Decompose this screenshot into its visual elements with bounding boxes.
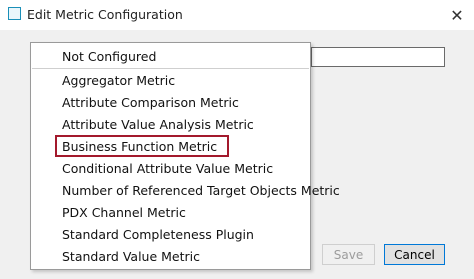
dropdown-item-attribute-value-analysis-metric[interactable]: Attribute Value Analysis Metric	[31, 113, 310, 135]
close-button[interactable]: ✕	[440, 0, 474, 30]
dropdown-item-standard-completeness-plugin[interactable]: Standard Completeness Plugin	[31, 223, 310, 245]
dropdown-item-not-configured[interactable]: Not Configured	[31, 45, 310, 67]
highlight-box	[55, 135, 229, 157]
dropdown-item-pdx-channel-metric[interactable]: PDX Channel Metric	[31, 201, 310, 223]
cancel-button[interactable]: Cancel	[384, 244, 445, 265]
dropdown-item-attribute-comparison-metric[interactable]: Attribute Comparison Metric	[31, 91, 310, 113]
dropdown-item-number-of-referenced-target-objects-metric[interactable]: Number of Referenced Target Objects Metr…	[31, 179, 340, 201]
dropdown-item-conditional-attribute-value-metric[interactable]: Conditional Attribute Value Metric	[31, 157, 310, 179]
metric-type-dropdown-list[interactable]: Not Configured Aggregator Metric Attribu…	[30, 42, 340, 270]
window-app-icon	[8, 7, 21, 20]
dropdown-item-standard-value-metric[interactable]: Standard Value Metric	[31, 245, 310, 267]
title-bar: Edit Metric Configuration ✕	[0, 0, 474, 30]
save-button[interactable]: Save	[322, 244, 375, 265]
dropdown-item-aggregator-metric[interactable]: Aggregator Metric	[31, 69, 310, 91]
metric-type-combobox[interactable]	[311, 47, 445, 67]
window-title: Edit Metric Configuration	[27, 7, 183, 22]
